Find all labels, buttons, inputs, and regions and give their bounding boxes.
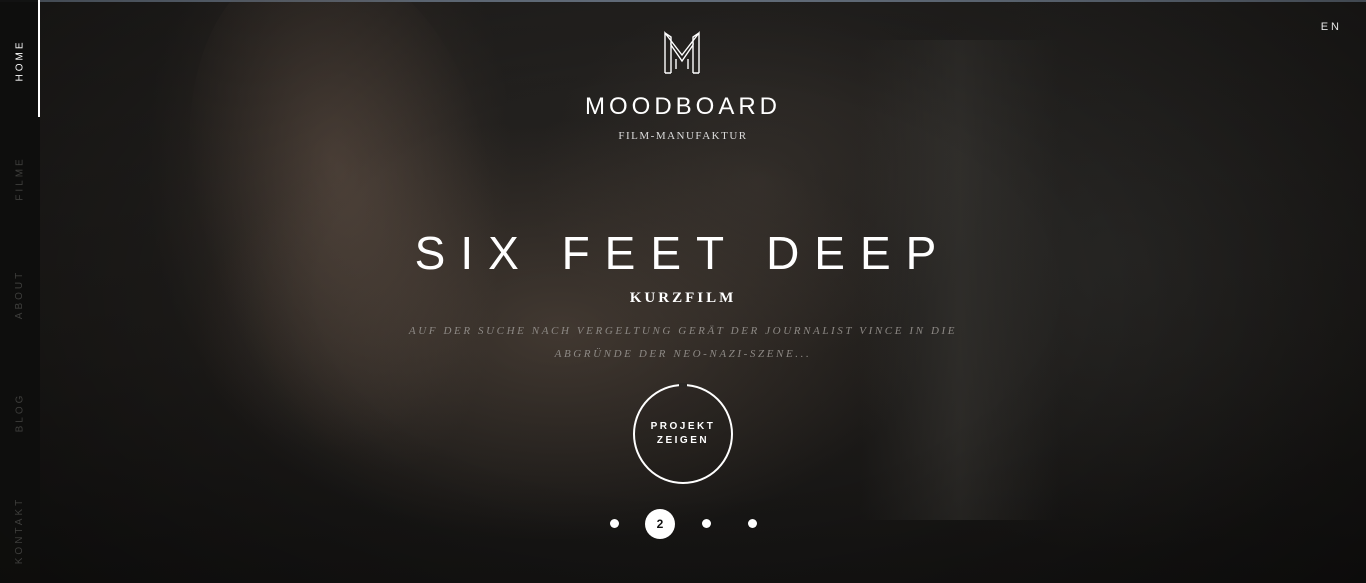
page: HOME FILME ABOUT BLOG KONTAKT EN MOODBOA… (0, 0, 1366, 583)
show-project-button[interactable]: PROJEKT ZEIGEN (633, 383, 733, 484)
brand-tagline: FILM-MANUFAKTUR (618, 130, 748, 142)
moodboard-m-logo-icon[interactable] (662, 31, 702, 75)
slide-dot-4[interactable] (748, 519, 757, 528)
slide-dot-1[interactable] (610, 519, 619, 528)
show-project-label: PROJEKT ZEIGEN (651, 420, 716, 448)
hero-category: KURZFILM (629, 290, 737, 306)
show-project-label-line1: PROJEKT (650, 421, 716, 432)
show-project-label-line2: ZEIGEN (656, 435, 710, 446)
nav-item-filme[interactable]: FILME (0, 146, 40, 210)
brand-name[interactable]: MOODBOARD (0, 93, 1366, 121)
slide-dot-3[interactable] (702, 519, 711, 528)
language-switch[interactable]: EN (1321, 21, 1342, 33)
hero-description: AUF DER SUCHE NACH VERGELTUNG GERÄT DER … (408, 325, 958, 360)
nav-item-label: FILME (14, 155, 26, 201)
nav-item-label: BLOG (14, 392, 26, 432)
slide-dot-active[interactable]: 2 (645, 509, 675, 539)
slide-pager: 2 (0, 509, 1366, 539)
nav-item-home[interactable]: HOME (0, 28, 40, 92)
cta-ring-notch (679, 383, 687, 387)
nav-item-label: HOME (14, 39, 26, 81)
nav-item-blog[interactable]: BLOG (0, 380, 40, 444)
hero-title: SIX FEET DEEP (414, 227, 952, 279)
